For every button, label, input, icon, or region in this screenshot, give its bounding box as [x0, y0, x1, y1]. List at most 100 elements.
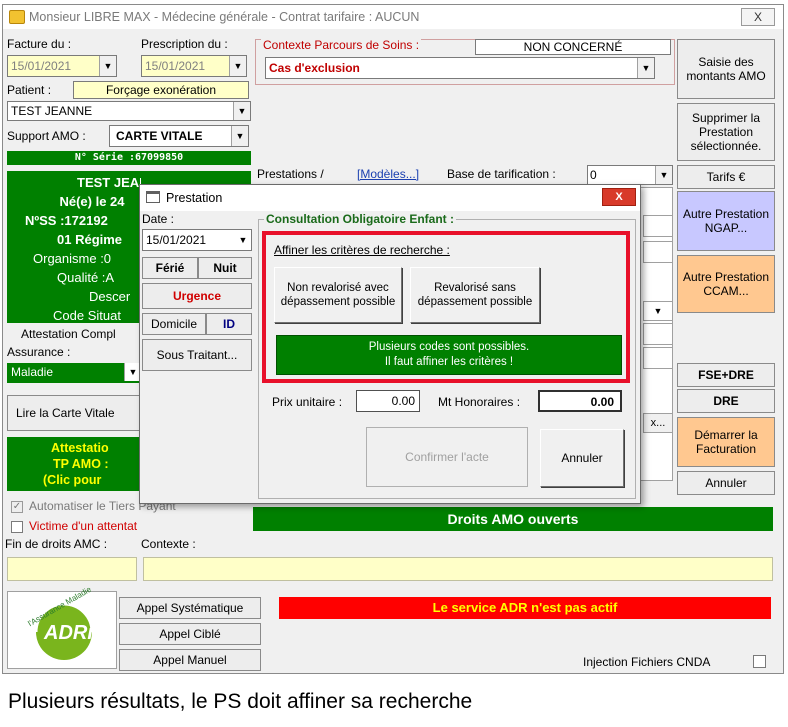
forcage-exoneration-button[interactable]: Forçage exonération	[73, 81, 249, 99]
prix-unitaire-field[interactable]: 0.00	[356, 390, 420, 412]
card-line-6: Qualité :A	[57, 270, 115, 285]
fse-dre-button[interactable]: FSE+DRE	[677, 363, 775, 387]
chevron-down-icon[interactable]: ▼	[99, 56, 116, 76]
card-line-7: Descer	[89, 289, 131, 304]
assurance-value: Maladie	[11, 365, 54, 379]
card-line-2: Né(e) le 24	[59, 194, 125, 209]
chevron-down-icon[interactable]: ▼	[229, 56, 246, 76]
non-revalorise-button[interactable]: Non revalorisé avec dépassement possible	[274, 267, 402, 323]
ellipsis-button[interactable]: x...	[643, 413, 673, 433]
close-button[interactable]: X	[602, 188, 636, 206]
tarifs-button[interactable]: Tarifs €	[677, 165, 775, 189]
assurance-combo[interactable]: Maladie ▼	[7, 363, 141, 383]
cas-exclusion-combo[interactable]: Cas d'exclusion ▼	[265, 57, 655, 79]
attestation-tp-line-2: TP AMO :	[53, 457, 109, 471]
annuler-main-button[interactable]: Annuler	[677, 471, 775, 495]
card-line-4: 01 Régime	[57, 232, 123, 247]
nuit-button[interactable]: Nuit	[198, 257, 252, 279]
automatiser-checkbox[interactable]: ✓	[11, 501, 23, 513]
lire-carte-vitale-button[interactable]: Lire la Carte Vitale	[7, 395, 141, 431]
honoraires-label: Mt Honoraires :	[438, 395, 521, 409]
base-tarification-combo[interactable]: 0 ▼	[587, 165, 673, 185]
chevron-down-icon[interactable]: ▼	[643, 301, 673, 321]
autre-prestation-ccam-button[interactable]: Autre Prestation CCAM...	[677, 255, 775, 313]
attestation-tp-line-3: (Clic pour	[43, 473, 102, 487]
fin-droits-field[interactable]	[7, 557, 137, 581]
date-combo[interactable]: 15/01/2021 ▼	[142, 229, 252, 251]
appel-cible-button[interactable]: Appel Ciblé	[119, 623, 261, 645]
message-line-1: Plusieurs codes sont possibles.	[368, 341, 530, 353]
window-title: Monsieur LIBRE MAX - Médecine générale -…	[29, 10, 420, 24]
appel-systematique-button[interactable]: Appel Systématique	[119, 597, 261, 619]
dre-button[interactable]: DRE	[677, 389, 775, 413]
saisie-montants-amo-button[interactable]: Saisie des montants AMO	[677, 39, 775, 99]
caption-text: Plusieurs résultats, le PS doit affiner …	[8, 690, 473, 713]
message-banner: Plusieurs codes sont possibles. Il faut …	[276, 335, 622, 375]
list-cell	[643, 215, 673, 237]
contexte-label: Contexte :	[141, 537, 196, 551]
list-cell	[643, 241, 673, 263]
annuler-dialog-button[interactable]: Annuler	[540, 429, 624, 487]
revalorise-button[interactable]: Revalorisé sans dépassement possible	[410, 267, 540, 323]
parcours-value: NON CONCERNÉ	[475, 39, 671, 55]
facture-date-combo[interactable]: 15/01/2021 ▼	[7, 55, 117, 77]
facture-label: Facture du :	[7, 37, 72, 51]
urgence-button[interactable]: Urgence	[142, 283, 252, 309]
victime-checkbox[interactable]	[11, 521, 23, 533]
attestation-tp-panel[interactable]: Attestatio TP AMO : (Clic pour	[7, 437, 141, 491]
injection-label: Injection Fichiers CNDA	[583, 655, 711, 669]
honoraires-field[interactable]: 0.00	[538, 390, 622, 412]
injection-checkbox[interactable]	[753, 655, 766, 668]
adr-logo-text: ADRi	[44, 622, 93, 644]
contexte-field[interactable]	[143, 557, 773, 581]
prescription-date-combo[interactable]: 15/01/2021 ▼	[141, 55, 247, 77]
prestations-label: Prestations /	[257, 167, 324, 181]
domicile-button[interactable]: Domicile	[142, 313, 206, 335]
modeles-link[interactable]: [Modèles...]	[357, 167, 419, 181]
sous-traitant-button[interactable]: Sous Traitant...	[142, 339, 252, 371]
autre-prestation-ngap-button[interactable]: Autre Prestation NGAP...	[677, 191, 775, 251]
parcours-label: Contexte Parcours de Soins :	[261, 38, 422, 52]
consultation-title: Consultation Obligatoire Enfant :	[264, 212, 456, 226]
appel-manuel-label: Appel Manuel	[153, 653, 227, 667]
id-button[interactable]: ID	[206, 313, 252, 335]
support-amo-label: Support AMO :	[7, 129, 86, 143]
confirmer-acte-button[interactable]: Confirmer l'acte	[366, 427, 528, 487]
supprimer-prestation-button[interactable]: Supprimer la Prestation sélectionnée.	[677, 103, 775, 161]
appel-manuel-button[interactable]: Appel Manuel	[119, 649, 261, 671]
attestation-tp-line-1: Attestatio	[51, 441, 109, 455]
serie-badge: N° Série :67099850	[7, 151, 251, 165]
chevron-down-icon[interactable]: ▼	[231, 126, 248, 146]
chevron-down-icon[interactable]: ▼	[655, 166, 672, 184]
chevron-down-icon[interactable]: ▼	[235, 230, 251, 250]
support-amo-combo[interactable]: CARTE VITALE ▼	[109, 125, 249, 147]
title-bar: Monsieur LIBRE MAX - Médecine générale -…	[3, 5, 783, 29]
victime-label: Victime d'un attentat	[29, 519, 138, 533]
list-cell	[643, 347, 673, 369]
prescription-label: Prescription du :	[141, 37, 228, 51]
ferie-button[interactable]: Férié	[142, 257, 198, 279]
facture-date-value: 15/01/2021	[11, 59, 72, 73]
chevron-down-icon[interactable]: ▼	[233, 102, 250, 120]
dialog-title: Prestation	[166, 191, 223, 205]
prestation-dialog: Prestation X Date : 15/01/2021 ▼ Férié N…	[139, 184, 641, 504]
card-info-panel[interactable]: TEST JEANNE Né(e) le 24 NºSS :172192 01 …	[7, 171, 141, 323]
attestation-label: Attestation Compl	[21, 327, 116, 341]
close-button[interactable]: X	[741, 8, 775, 26]
patient-name: TEST JEANNE	[11, 104, 93, 118]
fin-droits-label: Fin de droits AMC :	[5, 537, 108, 551]
dialog-title-bar: Prestation X	[140, 185, 640, 211]
affiner-label: Affiner les critères de recherche :	[274, 243, 450, 257]
message-line-2: Il faut affiner les critères !	[384, 356, 514, 368]
prix-unitaire-label: Prix unitaire :	[272, 395, 343, 409]
card-line-5: Organisme :0	[33, 251, 112, 266]
patient-combo[interactable]: TEST JEANNE ▼	[7, 101, 251, 121]
chevron-down-icon[interactable]: ▼	[637, 58, 654, 78]
demarrer-facturation-button[interactable]: Démarrer la Facturation	[677, 417, 775, 467]
adr-status-banner: Le service ADR n'est pas actif	[279, 597, 771, 619]
appel-systematique-label: Appel Systématique	[136, 601, 244, 615]
date-value: 15/01/2021	[146, 233, 207, 247]
base-tarification-value: 0	[590, 168, 597, 182]
adr-logo-frame: l'Assurance Maladie ADRi	[7, 585, 117, 669]
assurance-label: Assurance :	[7, 345, 71, 359]
